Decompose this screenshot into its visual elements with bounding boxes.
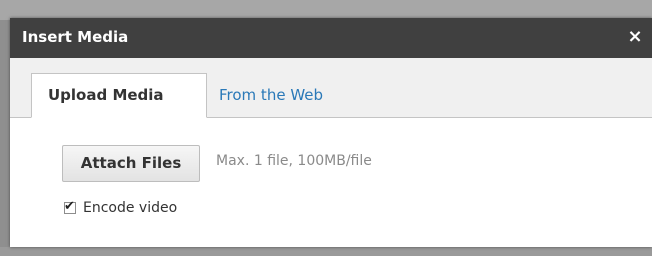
background-editor-edge (0, 20, 10, 256)
upload-limit-hint: Max. 1 file, 100MB/file (216, 153, 372, 169)
attach-files-button[interactable]: Attach Files (62, 145, 200, 182)
checkmark-icon: ✔ (64, 199, 75, 214)
dialog-header: Insert Media × (10, 18, 652, 58)
upload-panel: Attach Files Max. 1 file, 100MB/file ✔ E… (10, 118, 652, 247)
background-overlay (0, 247, 652, 256)
encode-video-option: ✔ Encode video (64, 198, 177, 218)
encode-video-checkbox[interactable]: ✔ (64, 199, 76, 214)
background-editor-toolbar (0, 0, 652, 20)
encode-video-label[interactable]: Encode video (83, 200, 177, 216)
tab-bar: Upload Media From the Web (10, 58, 652, 118)
insert-media-dialog: Insert Media × Upload Media From the Web… (10, 18, 652, 247)
dialog-title: Insert Media (22, 28, 129, 46)
close-button[interactable]: × (624, 24, 646, 50)
tab-from-the-web[interactable]: From the Web (219, 73, 323, 117)
tab-upload-media[interactable]: Upload Media (31, 73, 207, 118)
close-icon: × (627, 26, 643, 47)
